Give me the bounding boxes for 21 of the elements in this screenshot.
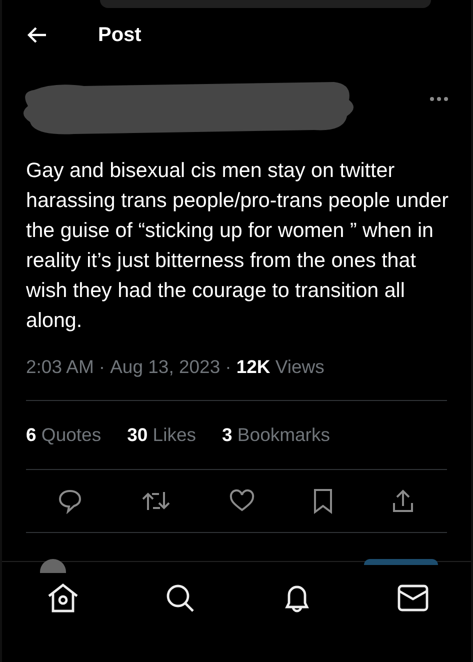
back-arrow-icon[interactable] xyxy=(26,26,48,44)
stat-link[interactable]: 6 Quotes xyxy=(26,424,102,446)
search-icon[interactable] xyxy=(164,582,196,614)
share-icon[interactable] xyxy=(391,488,415,514)
bookmark-icon[interactable] xyxy=(313,488,333,514)
post-text: Gay and bisexual cis men stay on twitter harassing trans people/pro-trans people under the guise of “sticking up for women ” when in reality it’s just bitterness from the ones that wish they had the courage to transition all along. xyxy=(26,158,450,334)
envelope-icon[interactable] xyxy=(396,584,429,612)
avatar xyxy=(40,559,66,573)
separator-dot: · xyxy=(225,356,232,378)
separator-dot: · xyxy=(98,356,106,378)
stat-link[interactable]: 3 Bookmarks xyxy=(222,424,330,446)
header-title: Post xyxy=(98,24,142,46)
view-count: 12K Views xyxy=(236,356,324,378)
reply-icon[interactable] xyxy=(57,488,83,514)
post-timestamp: 2:03 AM xyxy=(26,356,94,378)
home-icon[interactable] xyxy=(46,582,80,614)
more-options-icon[interactable] xyxy=(429,96,449,102)
stat-link[interactable]: 30 Likes xyxy=(127,424,196,446)
heart-icon[interactable] xyxy=(229,489,255,513)
repost-icon[interactable] xyxy=(141,489,171,513)
post-date: Aug 13, 2023 xyxy=(110,356,220,378)
